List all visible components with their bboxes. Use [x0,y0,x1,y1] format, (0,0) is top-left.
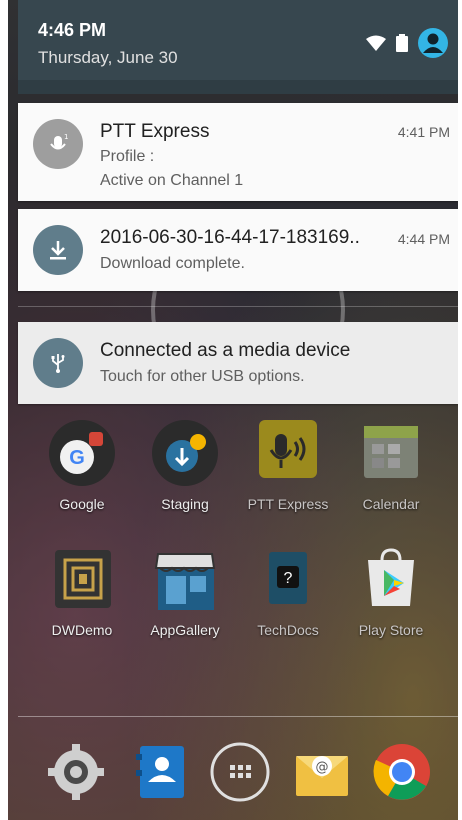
notification-time: 4:44 PM [397,231,450,247]
app-label: DWDemo [51,622,113,638]
user-avatar-icon[interactable] [418,28,448,58]
staging-folder-icon [152,420,218,486]
notification-text: Download complete. [100,255,245,272]
all-apps-icon[interactable] [208,740,272,804]
app-play-store[interactable]: Play Store [343,546,439,638]
app-label: TechDocs [257,622,319,638]
notification-time: 4:41 PM [397,124,450,140]
svg-text:1: 1 [64,133,68,141]
ptt-express-icon [255,420,321,486]
play-store-icon [358,546,424,612]
calendar-icon [358,420,424,486]
chrome-icon[interactable] [370,740,434,804]
notification-ptt-express[interactable]: 1 PTT Express Profile : Active on Channe… [18,103,458,201]
notification-download[interactable]: 2016-06-30-16-44-17-183169.. Download co… [18,209,458,291]
app-google[interactable]: G Google [34,420,130,512]
notification-title: 2016-06-30-16-44-17-183169.. [100,227,360,248]
notification-line: Profile : [100,148,155,165]
settings-icon[interactable] [44,740,108,804]
svg-text:?: ? [284,570,293,587]
app-staging[interactable]: Staging [137,420,233,512]
notification-title: Connected as a media device [100,340,351,361]
svg-text:G: G [69,447,85,469]
notification-line: Active on Channel 1 [100,172,244,189]
notification-title: PTT Express [100,121,210,142]
header-shadow [18,80,458,94]
app-ptt-express[interactable]: PTT Express [240,420,336,512]
app-label: PTT Express [247,496,329,512]
notification-header: 4:46 PM Thursday, June 30 [18,0,458,92]
wifi-icon [366,35,386,51]
divider [18,306,458,307]
notification-text: Touch for other USB options. [100,368,305,385]
app-label: Play Store [358,622,424,638]
techdocs-icon: ? [255,546,321,612]
android-screen: 4:46 PM Thursday, June 30 1 PTT Express … [8,0,458,820]
svg-text:@: @ [316,760,329,775]
usb-icon [33,338,83,388]
clock-time: 4:46 PM [38,20,107,40]
app-label: Calendar [362,496,420,512]
dwdemo-icon [49,546,115,612]
app-label: AppGallery [150,622,220,638]
app-dwdemo[interactable]: DWDemo [34,546,130,638]
google-folder-icon: G [49,420,115,486]
app-calendar[interactable]: Calendar [343,420,439,512]
battery-icon [396,34,408,52]
notification-usb[interactable]: Connected as a media device Touch for ot… [18,322,458,404]
app-appgallery[interactable]: AppGallery [137,546,233,638]
app-label: Staging [161,496,209,512]
contacts-icon[interactable] [130,740,194,804]
clock-date: Thursday, June 30 [38,48,178,67]
download-icon [33,225,83,275]
microphone-icon: 1 [33,119,83,169]
appgallery-icon [152,546,218,612]
app-label: Google [59,496,105,512]
app-techdocs[interactable]: ? TechDocs [240,546,336,638]
email-icon[interactable]: @ [290,740,354,804]
dock-divider [18,716,458,717]
status-icons [366,28,448,58]
